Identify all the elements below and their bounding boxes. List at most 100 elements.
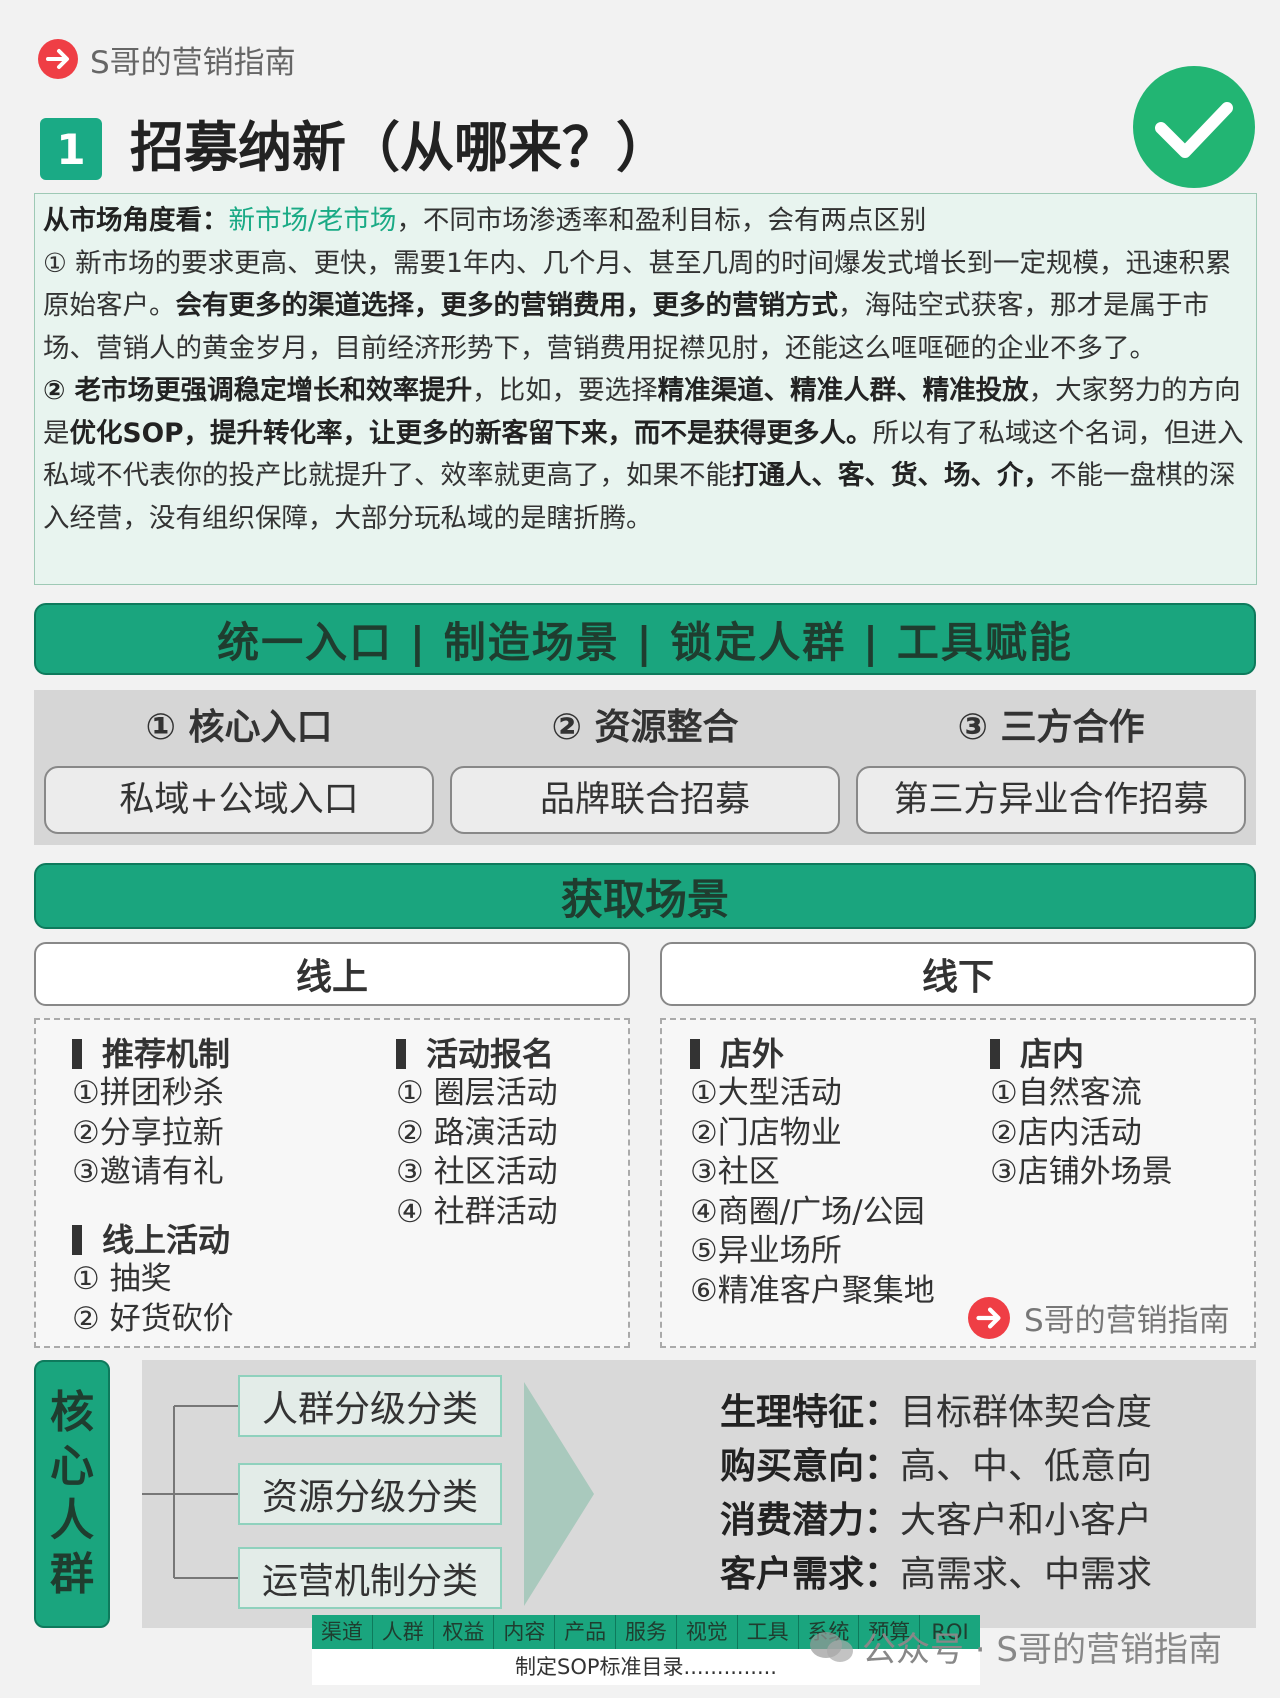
arrow-right-icon xyxy=(38,39,78,79)
group-title-text: 活动报名 xyxy=(426,1035,555,1073)
category-cell: 人群 xyxy=(373,1615,434,1649)
intro-paragraph-2: ② 老市场更强调稳定增长和效率提升，比如，要选择精准渠道、精准人群、精准投放，大… xyxy=(43,370,1248,540)
group-outside-store: 店外 ①大型活动 ②门店物业 ③社区 ④商圈/广场/公园 ⑤异业场所 ⑥精准客户… xyxy=(690,1034,935,1311)
resource-head: ① 核心入口 xyxy=(145,707,333,748)
intro-text: ，比如，要选择 xyxy=(472,375,658,406)
list-item: ① 抽奖 xyxy=(72,1261,172,1297)
class-box: 人群分级分类 xyxy=(238,1375,502,1437)
checkmark-icon xyxy=(1133,66,1255,188)
feature-key: 客户需求： xyxy=(720,1554,901,1595)
resource-head: ③ 三方合作 xyxy=(957,707,1145,748)
bar-marker xyxy=(990,1039,1000,1069)
category-cell: 权益 xyxy=(434,1615,495,1649)
category-cell: 内容 xyxy=(494,1615,556,1649)
core-crowd-panel: 人群分级分类 资源分级分类 运营机制分类 生理特征：目标群体契合度 购买意向：高… xyxy=(142,1360,1256,1628)
group-title-text: 店内 xyxy=(1020,1035,1085,1073)
online-scene-box: 推荐机制 ①拼团秒杀 ②分享拉新 ③邀请有礼 活动报名 ① 圈层活动 ② 路演活… xyxy=(34,1018,630,1348)
list-item: ③店铺外场景 xyxy=(990,1154,1173,1190)
list-item: ③ 社区活动 xyxy=(396,1154,558,1190)
resource-integration: ② 资源整合 品牌联合招募 xyxy=(450,702,840,834)
brand-watermark: S哥的营销指南 xyxy=(968,1295,1230,1340)
tab-online: 线上 xyxy=(34,942,630,1006)
label-char: 群 xyxy=(50,1549,94,1600)
list-item: ①拼团秒杀 xyxy=(72,1075,224,1111)
chevron-arrow-icon xyxy=(524,1382,594,1606)
list-item: ① 圈层活动 xyxy=(396,1075,558,1111)
group-title: 活动报名 xyxy=(396,1034,558,1074)
group-title-text: 推荐机制 xyxy=(102,1035,231,1073)
list-item: ③邀请有礼 xyxy=(72,1154,224,1190)
watermark-text: 公众号 · S哥的营销指南 xyxy=(862,1630,1223,1670)
list-item: ②店内活动 xyxy=(990,1114,1142,1151)
intro-label: 从市场角度看： xyxy=(43,205,229,236)
label-char: 心 xyxy=(50,1441,94,1492)
feature-key: 生理特征： xyxy=(720,1392,901,1433)
feature-row: 购买意向：高、中、低意向 xyxy=(720,1440,1152,1494)
resource-box: 私域+公域入口 xyxy=(44,766,434,834)
wechat-watermark: 公众号 · S哥的营销指南 xyxy=(808,1622,1222,1671)
group-recommend: 推荐机制 ①拼团秒杀 ②分享拉新 ③邀请有礼 xyxy=(72,1034,230,1193)
list-item: ①大型活动 xyxy=(690,1075,842,1111)
list-item: ④商圈/广场/公园 xyxy=(690,1193,925,1230)
intro-bold: 会有更多的渠道选择，更多的营销费用，更多的营销方式 xyxy=(175,290,839,321)
bar-marker xyxy=(72,1225,82,1255)
group-title-text: 线上活动 xyxy=(102,1221,231,1259)
class-box: 运营机制分类 xyxy=(238,1547,502,1609)
list-item: ①自然客流 xyxy=(990,1075,1142,1111)
category-cell: 产品 xyxy=(555,1615,617,1649)
group-online-activity: 线上活动 ① 抽奖 ② 好货砍价 xyxy=(72,1220,234,1339)
list-item: ② 好货砍价 xyxy=(72,1300,234,1337)
group-signup: 活动报名 ① 圈层活动 ② 路演活动 ③ 社区活动 ④ 社群活动 xyxy=(396,1034,558,1232)
core-crowd-label: 核 心 人 群 xyxy=(34,1360,110,1628)
group-title: 店内 xyxy=(990,1034,1173,1074)
resource-third-party: ③ 三方合作 第三方异业合作招募 xyxy=(856,702,1246,834)
feature-value: 高、中、低意向 xyxy=(900,1446,1153,1487)
list-item: ⑥精准客户聚集地 xyxy=(690,1272,935,1309)
class-box: 资源分级分类 xyxy=(238,1463,502,1525)
bar-marker xyxy=(690,1039,700,1069)
section-number-badge: 1 xyxy=(40,118,102,180)
group-title-text: 店外 xyxy=(720,1035,785,1073)
brand-name: S哥的营销指南 xyxy=(1024,1303,1230,1339)
intro-bold: 精准渠道、精准人群、精准投放 xyxy=(657,375,1029,406)
brand-name: S哥的营销指南 xyxy=(90,44,296,81)
bar-marker xyxy=(396,1039,406,1069)
resource-panel: ① 核心入口 私域+公域入口 ② 资源整合 品牌联合招募 ③ 三方合作 第三方异… xyxy=(34,690,1256,845)
resource-box: 品牌联合招募 xyxy=(450,766,840,834)
group-title: 推荐机制 xyxy=(72,1034,230,1074)
group-title: 线上活动 xyxy=(72,1220,234,1260)
bar-marker xyxy=(72,1039,82,1069)
intro-text-block: 从市场角度看：新市场/老市场，不同市场渗透率和盈利目标，会有两点区别 ① 新市场… xyxy=(34,193,1257,585)
feature-row: 客户需求：高需求、中需求 xyxy=(720,1548,1152,1602)
feature-list: 生理特征：目标群体契合度 购买意向：高、中、低意向 消费潜力：大客户和小客户 客… xyxy=(720,1386,1152,1602)
feature-value: 大客户和小客户 xyxy=(900,1500,1153,1541)
category-cell: 渠道 xyxy=(312,1615,373,1649)
label-char: 核 xyxy=(50,1387,94,1438)
category-cell: 服务 xyxy=(616,1615,677,1649)
group-title: 店外 xyxy=(690,1034,935,1074)
list-item: ④ 社群活动 xyxy=(396,1193,558,1230)
feature-row: 消费潜力：大客户和小客户 xyxy=(720,1494,1152,1548)
list-item: ② 路演活动 xyxy=(396,1114,558,1151)
scene-banner: 获取场景 xyxy=(34,863,1256,929)
category-cell: 工具 xyxy=(738,1615,799,1649)
arrow-right-icon xyxy=(968,1296,1010,1339)
list-item: ②门店物业 xyxy=(690,1114,842,1151)
group-inside-store: 店内 ①自然客流 ②店内活动 ③店铺外场景 xyxy=(990,1034,1173,1193)
intro-bold: 打通人、客、货、场、介， xyxy=(732,460,1050,491)
page-title: 招募纳新（从哪来？） xyxy=(130,116,670,179)
tab-offline: 线下 xyxy=(660,942,1256,1006)
resource-box: 第三方异业合作招募 xyxy=(856,766,1246,834)
intro-bold: ② 老市场更强调稳定增长和效率提升 xyxy=(43,375,473,406)
list-item: ③社区 xyxy=(690,1154,780,1190)
category-cell: 视觉 xyxy=(677,1615,738,1649)
resource-core-entry: ① 核心入口 私域+公域入口 xyxy=(44,702,434,834)
wechat-icon xyxy=(810,1631,853,1662)
list-item: ⑤异业场所 xyxy=(690,1233,842,1269)
feature-value: 高需求、中需求 xyxy=(900,1554,1153,1595)
label-char: 人 xyxy=(50,1495,94,1546)
feature-key: 购买意向： xyxy=(720,1446,901,1487)
list-item: ②分享拉新 xyxy=(72,1114,224,1151)
feature-value: 目标群体契合度 xyxy=(900,1392,1153,1433)
feature-key: 消费潜力： xyxy=(720,1500,901,1541)
